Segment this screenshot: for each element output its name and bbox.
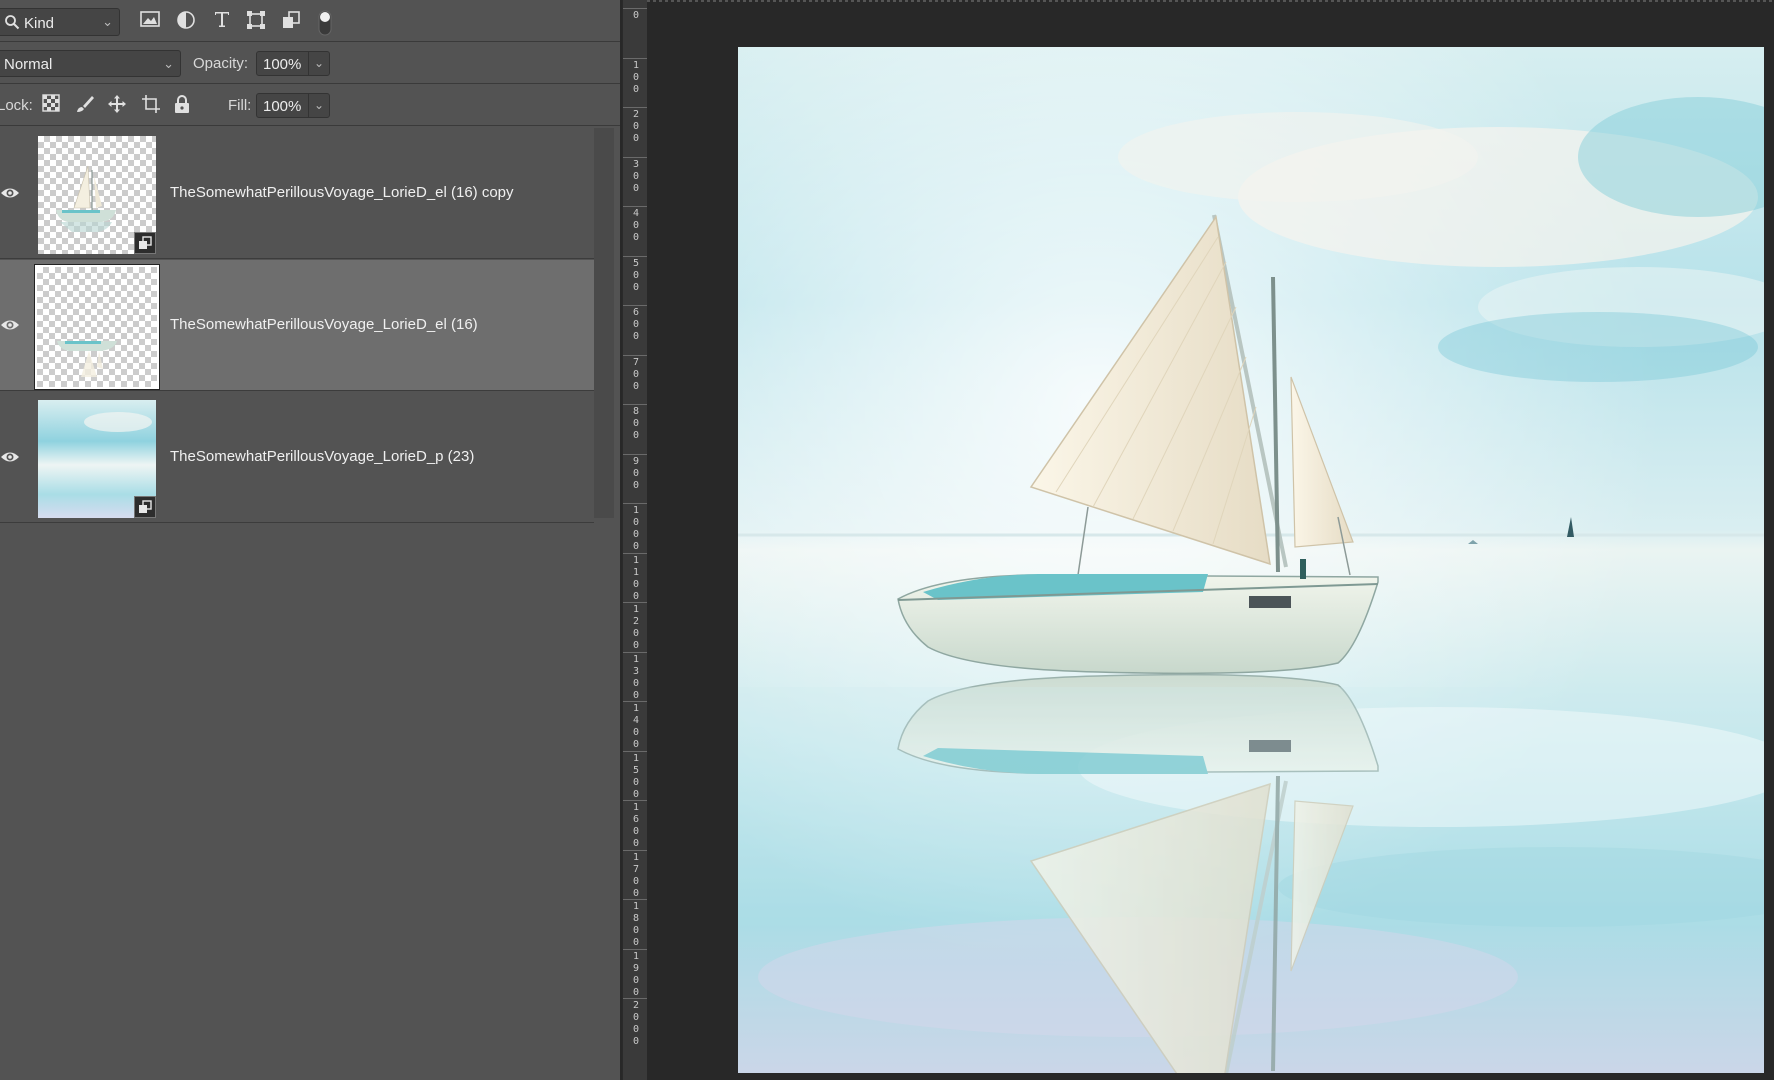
- ruler-label: 1500: [632, 752, 640, 800]
- ruler-tick-mark: [623, 57, 647, 59]
- ruler-label: 1800: [632, 901, 640, 948]
- layer-name[interactable]: TheSomewhatPerillousVoyage_LorieD_el (16…: [170, 316, 478, 333]
- ruler-label: 800: [632, 406, 640, 441]
- layers-panel: Kind ⌄ Normal ⌄ Opacity: 100% ⌄ Lock: Fi…: [0, 0, 620, 1080]
- ruler-tick-mark: [623, 453, 647, 455]
- ruler-tick-mark: [623, 107, 647, 108]
- layer-thumbnail[interactable]: [38, 136, 156, 254]
- layer-row[interactable]: TheSomewhatPerillousVoyage_LorieD_el (16…: [0, 128, 594, 259]
- ruler-label: 700: [632, 356, 640, 392]
- chevron-down-icon: ⌄: [102, 14, 113, 29]
- smart-object-filter-icon[interactable]: [280, 10, 302, 32]
- lock-image-pixels-icon[interactable]: [75, 94, 97, 116]
- opacity-value: 100%: [263, 56, 302, 73]
- ruler-tick-mark: [623, 651, 647, 653]
- ruler-tick-mark: [623, 503, 647, 504]
- layer-thumbnail[interactable]: [38, 400, 156, 518]
- canvas-top-border: [647, 0, 1774, 2]
- fill-label: Fill:: [228, 97, 252, 114]
- ruler-tick-mark: [623, 602, 647, 603]
- ruler-label: 300: [632, 158, 640, 194]
- filter-toggle-icon[interactable]: [314, 10, 336, 36]
- type-filter-icon[interactable]: [211, 10, 233, 32]
- ruler-tick-mark: [623, 701, 647, 702]
- chevron-down-icon: ⌄: [163, 56, 174, 71]
- ruler-tick-mark: [623, 800, 647, 801]
- filter-kind-select[interactable]: Kind ⌄: [0, 8, 120, 36]
- opacity-field[interactable]: 100% ⌄: [256, 51, 330, 76]
- document-canvas[interactable]: [738, 47, 1764, 1073]
- fill-value: 100%: [263, 98, 302, 115]
- ruler-tick-mark: [623, 849, 647, 851]
- ruler-tick-mark: [623, 156, 647, 158]
- filter-kind-label: Kind: [24, 15, 55, 32]
- ruler-tick-mark: [623, 998, 647, 999]
- ruler-label: 600: [632, 307, 640, 342]
- ruler-label: 1100: [632, 554, 640, 602]
- blend-mode-select[interactable]: Normal ⌄: [0, 50, 181, 77]
- layer-name[interactable]: TheSomewhatPerillousVoyage_LorieD_el (16…: [170, 184, 514, 201]
- ruler-label: 1200: [632, 604, 640, 651]
- ruler-label: 1400: [632, 703, 640, 750]
- chevron-down-icon[interactable]: ⌄: [308, 52, 329, 75]
- smart-object-badge-icon: [134, 232, 156, 254]
- visibility-eye-icon[interactable]: [0, 185, 20, 201]
- lock-position-icon[interactable]: [107, 94, 129, 116]
- ruler-tick-mark: [623, 206, 647, 207]
- lock-row: Lock: Fill: 100% ⌄: [0, 84, 620, 126]
- adjustment-filter-icon[interactable]: [175, 10, 197, 32]
- ruler-label: 100: [632, 59, 640, 95]
- blend-mode-value: Normal: [4, 56, 53, 73]
- ruler-label: 1700: [632, 851, 640, 899]
- layer-row[interactable]: TheSomewhatPerillousVoyage_LorieD_p (23): [0, 392, 594, 523]
- ruler-tick-mark: [623, 255, 647, 257]
- blend-row: Normal ⌄ Opacity: 100% ⌄: [0, 42, 620, 84]
- ruler-tick-mark: [623, 750, 647, 752]
- visibility-eye-icon[interactable]: [0, 449, 20, 465]
- ruler-tick-mark: [623, 404, 647, 405]
- lock-label: Lock:: [0, 97, 33, 114]
- vertical-ruler: 0 100 200 300 400 500 600 700 800 900 1000 1100 1200…: [622, 0, 648, 1080]
- ruler-label: 1000: [632, 505, 640, 552]
- fill-field[interactable]: 100% ⌄: [256, 93, 330, 118]
- layer-name[interactable]: TheSomewhatPerillousVoyage_LorieD_p (23): [170, 448, 474, 465]
- lock-transparent-pixels-icon[interactable]: [42, 94, 64, 116]
- ruler-label: 2000: [632, 1000, 640, 1047]
- artwork-image: [738, 47, 1764, 1073]
- ruler-tick-mark: [623, 899, 647, 900]
- image-filter-icon[interactable]: [139, 10, 161, 32]
- shape-filter-icon[interactable]: [245, 10, 267, 32]
- ruler-label: 1900: [632, 950, 640, 998]
- ruler-tick-mark: [623, 948, 647, 950]
- layer-thumbnail[interactable]: [34, 264, 160, 390]
- ruler-label: 1300: [632, 653, 640, 701]
- ruler-label: 1600: [632, 802, 640, 849]
- layer-row-selected[interactable]: TheSomewhatPerillousVoyage_LorieD_el (16…: [0, 260, 594, 391]
- ruler-label: 0: [632, 10, 640, 21]
- ruler-tick-mark: [623, 354, 647, 356]
- ruler-tick-mark: [623, 305, 647, 306]
- ruler-tick-mark: [623, 8, 647, 9]
- smart-object-badge-icon: [134, 496, 156, 518]
- chevron-down-icon[interactable]: ⌄: [308, 94, 329, 117]
- ruler-label: 200: [632, 109, 640, 144]
- opacity-label: Opacity:: [193, 55, 249, 72]
- lock-all-icon[interactable]: [173, 94, 195, 116]
- ruler-label: 900: [632, 455, 640, 491]
- visibility-eye-icon[interactable]: [0, 317, 20, 333]
- ruler-label: 400: [632, 208, 640, 243]
- lock-artboard-icon[interactable]: [141, 94, 163, 116]
- search-icon: [4, 14, 20, 35]
- layer-filter-bar: Kind ⌄: [0, 0, 620, 42]
- ruler-tick-mark: [623, 552, 647, 554]
- ruler-label: 500: [632, 257, 640, 293]
- layers-scrollbar[interactable]: [594, 128, 614, 518]
